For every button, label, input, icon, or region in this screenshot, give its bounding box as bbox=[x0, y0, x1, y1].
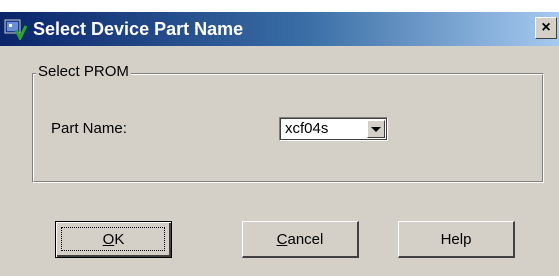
top-strip bbox=[0, 0, 559, 12]
help-button-label: Help bbox=[440, 230, 472, 248]
dialog-window: Select Device Part Name × Select PROM Pa… bbox=[0, 0, 559, 276]
close-icon: × bbox=[541, 19, 551, 36]
cancel-button[interactable]: Cancel bbox=[242, 221, 359, 258]
part-name-label: Part Name: bbox=[51, 120, 127, 137]
close-button[interactable]: × bbox=[535, 17, 557, 39]
focus-rectangle bbox=[61, 227, 165, 251]
part-name-dropdown[interactable]: xcf04s bbox=[279, 117, 388, 141]
group-legend: Select PROM bbox=[36, 63, 131, 81]
cancel-button-label: Cancel bbox=[276, 230, 324, 248]
part-name-value: xcf04s bbox=[285, 120, 329, 137]
app-icon bbox=[4, 18, 28, 42]
ok-button[interactable]: OK bbox=[55, 221, 172, 258]
help-button[interactable]: Help bbox=[398, 221, 515, 258]
window-title: Select Device Part Name bbox=[33, 19, 244, 39]
title-bar[interactable]: Select Device Part Name × bbox=[0, 12, 559, 46]
chevron-down-icon[interactable] bbox=[367, 120, 385, 138]
